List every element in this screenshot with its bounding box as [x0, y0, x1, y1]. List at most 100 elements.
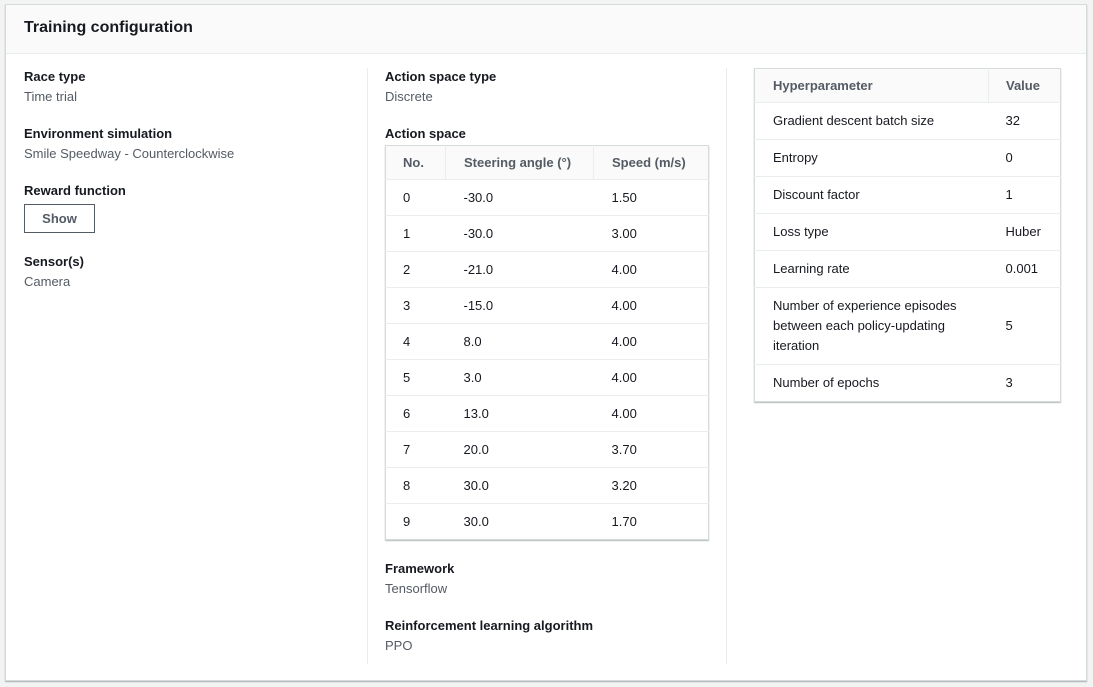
reward-function-field: Reward function Show — [24, 182, 364, 233]
steering-angle: 30.0 — [445, 503, 594, 540]
speed: 4.00 — [593, 251, 709, 288]
hyperparameters-table: Hyperparameter Value Gradient descent ba… — [754, 68, 1061, 402]
column-header-hyperparameter: Hyperparameter — [754, 68, 989, 103]
speed: 3.00 — [593, 215, 709, 252]
table-row: 3 -15.0 4.00 — [385, 287, 709, 324]
table-row: 6 13.0 4.00 — [385, 395, 709, 432]
algorithm-label: Reinforcement learning algorithm — [385, 618, 594, 633]
action-number: 6 — [385, 395, 446, 432]
column-header-steering-angle: Steering angle (°) — [445, 145, 594, 180]
environment-label: Environment simulation — [24, 126, 173, 141]
steering-angle: 30.0 — [445, 467, 594, 504]
table-row: 9 30.0 1.70 — [385, 503, 709, 540]
steering-angle: -21.0 — [445, 251, 594, 288]
training-configuration-panel: Training configuration Race type Time tr… — [5, 4, 1087, 681]
speed: 1.50 — [593, 179, 709, 216]
steering-angle: -15.0 — [445, 287, 594, 324]
steering-angle: 8.0 — [445, 323, 594, 360]
speed: 4.00 — [593, 359, 709, 396]
hyperparameter-name: Number of experience episodes between ea… — [754, 287, 989, 365]
table-row: 7 20.0 3.70 — [385, 431, 709, 468]
table-row: 2 -21.0 4.00 — [385, 251, 709, 288]
algorithm-value: PPO — [385, 638, 413, 653]
table-header-row: No. Steering angle (°) Speed (m/s) — [385, 145, 709, 180]
speed: 1.70 — [593, 503, 709, 540]
sensors-label: Sensor(s) — [24, 254, 84, 269]
table-row: Number of experience episodes between ea… — [754, 287, 1061, 365]
table-row: Entropy 0 — [754, 139, 1061, 177]
table-row: Learning rate 0.001 — [754, 250, 1061, 288]
race-type-field: Race type Time trial — [24, 68, 364, 105]
table-row: Gradient descent batch size 32 — [754, 102, 1061, 140]
action-number: 0 — [385, 179, 446, 216]
column-divider — [726, 68, 727, 664]
action-space-field: Action space No. Steering angle (°) Spee… — [385, 125, 725, 540]
race-type-label: Race type — [24, 69, 86, 84]
framework-field: Framework Tensorflow — [385, 560, 725, 597]
speed: 3.20 — [593, 467, 709, 504]
table-row: 1 -30.0 3.00 — [385, 215, 709, 252]
action-number: 1 — [385, 215, 446, 252]
hyperparameter-value: 0.001 — [988, 250, 1061, 288]
hyperparameter-value: 3 — [988, 364, 1061, 402]
hyperparameter-value: Huber — [988, 213, 1061, 251]
table-row: 0 -30.0 1.50 — [385, 179, 709, 216]
panel-header: Training configuration — [6, 5, 1086, 54]
hyperparameter-name: Number of epochs — [754, 364, 989, 402]
steering-angle: -30.0 — [445, 215, 594, 252]
hyperparameter-value: 32 — [988, 102, 1061, 140]
framework-value: Tensorflow — [385, 581, 448, 596]
steering-angle: 13.0 — [445, 395, 594, 432]
left-column: Race type Time trial Environment simulat… — [24, 68, 364, 310]
algorithm-field: Reinforcement learning algorithm PPO — [385, 617, 725, 654]
speed: 4.00 — [593, 287, 709, 324]
sensors-field: Sensor(s) Camera — [24, 253, 364, 290]
action-number: 5 — [385, 359, 446, 396]
steering-angle: 20.0 — [445, 431, 594, 468]
middle-column: Action space type Discrete Action space … — [385, 68, 725, 674]
action-number: 9 — [385, 503, 446, 540]
hyperparameter-name: Loss type — [754, 213, 989, 251]
environment-field: Environment simulation Smile Speedway - … — [24, 125, 364, 162]
speed: 4.00 — [593, 395, 709, 432]
reward-function-label: Reward function — [24, 183, 126, 198]
action-number: 8 — [385, 467, 446, 504]
table-row: Discount factor 1 — [754, 176, 1061, 214]
table-row: 4 8.0 4.00 — [385, 323, 709, 360]
speed: 3.70 — [593, 431, 709, 468]
action-number: 7 — [385, 431, 446, 468]
action-number: 3 — [385, 287, 446, 324]
action-space-label: Action space — [385, 126, 466, 141]
column-header-value: Value — [988, 68, 1061, 103]
action-space-table: No. Steering angle (°) Speed (m/s) 0 -30… — [385, 145, 709, 540]
action-space-type-label: Action space type — [385, 69, 497, 84]
steering-angle: 3.0 — [445, 359, 594, 396]
table-row: 5 3.0 4.00 — [385, 359, 709, 396]
table-row: Number of epochs 3 — [754, 364, 1061, 402]
panel-title: Training configuration — [24, 19, 193, 36]
table-row: 8 30.0 3.20 — [385, 467, 709, 504]
framework-label: Framework — [385, 561, 455, 576]
hyperparameter-value: 0 — [988, 139, 1061, 177]
hyperparameter-value: 1 — [988, 176, 1061, 214]
column-header-number: No. — [385, 145, 446, 180]
table-header-row: Hyperparameter Value — [754, 68, 1061, 103]
hyperparameter-name: Entropy — [754, 139, 989, 177]
table-row: Loss type Huber — [754, 213, 1061, 251]
action-number: 2 — [385, 251, 446, 288]
sensors-value: Camera — [24, 274, 71, 289]
action-space-type-value: Discrete — [385, 89, 433, 104]
hyperparameter-value: 5 — [988, 287, 1061, 365]
hyperparameter-name: Gradient descent batch size — [754, 102, 989, 140]
speed: 4.00 — [593, 323, 709, 360]
hyperparameter-name: Learning rate — [754, 250, 989, 288]
column-divider — [367, 68, 368, 664]
action-space-type-field: Action space type Discrete — [385, 68, 725, 105]
hyperparameter-name: Discount factor — [754, 176, 989, 214]
environment-value: Smile Speedway - Counterclockwise — [24, 146, 235, 161]
steering-angle: -30.0 — [445, 179, 594, 216]
action-number: 4 — [385, 323, 446, 360]
race-type-value: Time trial — [24, 89, 77, 104]
show-reward-function-button[interactable]: Show — [24, 204, 95, 233]
column-header-speed: Speed (m/s) — [593, 145, 709, 180]
